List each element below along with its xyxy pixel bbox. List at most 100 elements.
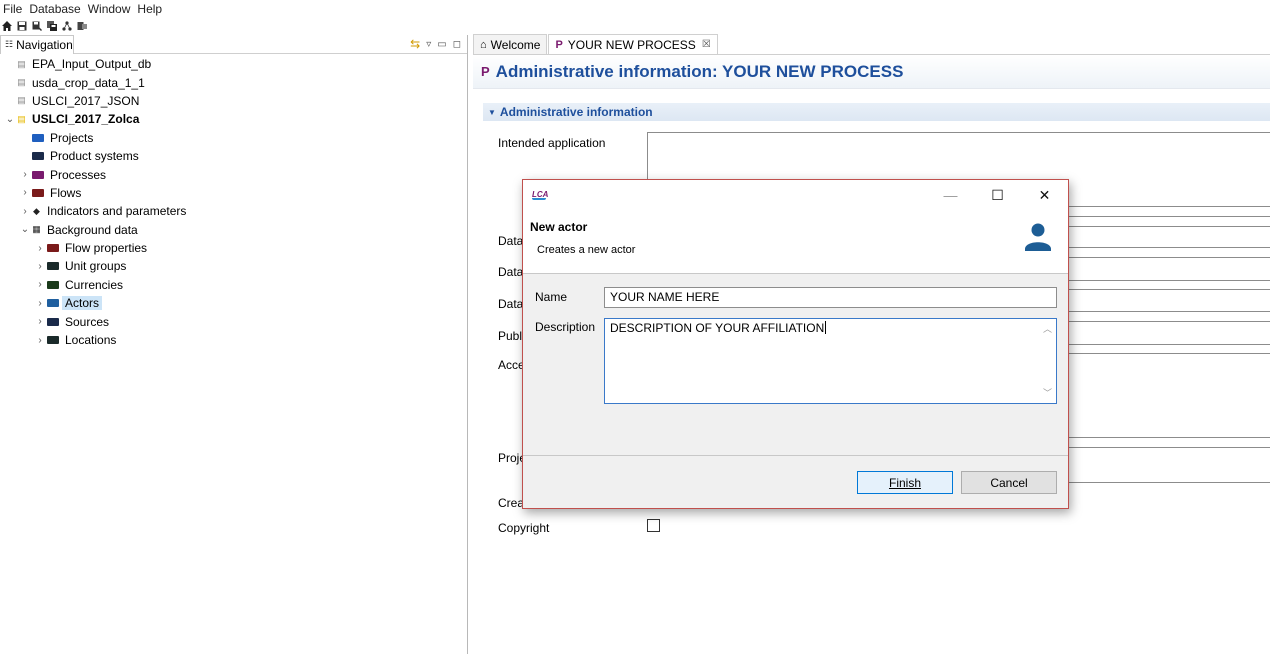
tab-your-new-process[interactable]: P YOUR NEW PROCESS ☒ <box>548 34 718 54</box>
finish-button[interactable]: Finish <box>857 471 953 494</box>
cancel-button-label: Cancel <box>990 475 1028 490</box>
home-icon[interactable] <box>2 21 12 31</box>
menu-help[interactable]: Help <box>137 2 162 16</box>
tree-item-processes[interactable]: › Processes <box>0 165 467 183</box>
cancel-button[interactable]: Cancel <box>961 471 1057 494</box>
tree-item-usda-crop-data-1-1[interactable]: ▤ usda_crop_data_1_1 <box>0 73 467 91</box>
tree-item-uslci-2017-zolca[interactable]: ⌄ ▤ USLCI_2017_Zolca <box>0 110 467 128</box>
lca-logo-text: LCA <box>532 190 549 199</box>
maximize-icon[interactable]: ☐ <box>974 180 1021 210</box>
minimize-icon[interactable]: — <box>927 180 974 210</box>
tab-welcome[interactable]: ⌂ Welcome <box>473 34 548 54</box>
tree-item-flow-properties[interactable]: › Flow properties <box>0 239 467 257</box>
tree-item-unit-groups[interactable]: › Unit groups <box>0 257 467 275</box>
menu-file[interactable]: File <box>3 2 22 16</box>
menu-window[interactable]: Window <box>88 2 131 16</box>
folder-icon <box>32 152 44 161</box>
navigation-icon: ☷ <box>5 39 14 49</box>
field-label-intended-application: Intended application <box>498 136 606 150</box>
tab-navigation[interactable]: ☷ Navigation <box>0 34 74 54</box>
tree-item-locations[interactable]: › Locations <box>0 331 467 349</box>
tree-item-label: USLCI_2017_Zolca <box>32 112 140 127</box>
tree-item-projects[interactable]: Projects <box>0 129 467 147</box>
menu-database[interactable]: Database <box>29 2 80 16</box>
folder-icon <box>47 299 59 308</box>
tree-item-label: Sources <box>65 314 110 329</box>
name-input[interactable]: YOUR NAME HERE <box>604 287 1057 308</box>
dialog-title: New actor <box>530 220 588 234</box>
name-label: Name <box>535 290 568 304</box>
tab-welcome-label: Welcome <box>490 37 541 52</box>
chevron-right-icon[interactable]: › <box>35 335 45 346</box>
maximize-icon[interactable]: ◻ <box>453 39 461 50</box>
tree-item-label: Flow properties <box>65 241 148 256</box>
save-as-icon[interactable] <box>32 21 42 31</box>
database-icon: ▤ <box>17 77 26 88</box>
chevron-right-icon[interactable]: › <box>35 298 45 309</box>
grid-icon: ▦ <box>32 224 41 235</box>
window-controls: — ☐ ✕ <box>927 180 1068 210</box>
page-title: Administrative information: YOUR NEW PRO… <box>495 61 904 81</box>
dialog-titlebar: LCA — ☐ ✕ <box>523 180 1068 210</box>
folder-icon <box>32 170 44 179</box>
indicator-icon: ◆ <box>33 205 40 216</box>
chevron-right-icon[interactable]: › <box>35 316 45 327</box>
tree-item-label: Projects <box>50 130 94 145</box>
description-label: Description <box>535 320 596 334</box>
close-icon[interactable]: ✕ <box>1021 180 1068 210</box>
link-editor-icon[interactable]: ⇆ <box>410 37 420 51</box>
chevron-right-icon[interactable]: › <box>35 261 45 272</box>
tree-item-label: Flows <box>50 185 82 200</box>
copyright-checkbox[interactable] <box>647 519 660 532</box>
chevron-right-icon[interactable]: › <box>20 187 30 198</box>
network-icon[interactable] <box>62 21 72 31</box>
finish-button-label: Finish <box>888 475 921 490</box>
dialog-description: Creates a new actor <box>537 244 636 256</box>
tree-item-indicators-and-parameters[interactable]: › ◆ Indicators and parameters <box>0 202 467 220</box>
dialog-body: Name YOUR NAME HERE Description DESCRIPT… <box>523 274 1068 456</box>
tree-item-label: Actors <box>62 296 103 311</box>
view-menu-icon[interactable]: ▿ <box>426 39 431 50</box>
person-icon <box>1025 223 1051 251</box>
save-all-icon[interactable] <box>47 21 57 31</box>
minimize-icon[interactable]: ▭ <box>437 39 446 50</box>
section-admin-info[interactable]: ▼ Administrative information <box>483 103 1270 121</box>
tree-item-label: Indicators and parameters <box>47 204 187 219</box>
tree-item-epa-input-output-db[interactable]: ▤ EPA_Input_Output_db <box>0 55 467 73</box>
tree-item-label: Processes <box>50 167 107 182</box>
folder-icon <box>47 280 59 289</box>
scroll-down-icon[interactable]: ﹀ <box>1043 386 1052 399</box>
tree-item-currencies[interactable]: › Currencies <box>0 276 467 294</box>
tree-item-flows[interactable]: › Flows <box>0 184 467 202</box>
field-label-creation: Crea <box>498 496 525 510</box>
dialog-footer: Finish Cancel <box>523 456 1068 506</box>
tree-item-actors[interactable]: › Actors <box>0 294 467 312</box>
chevron-down-icon[interactable]: ⌄ <box>5 114 15 125</box>
tree-item-uslci-2017-json[interactable]: ▤ USLCI_2017_JSON <box>0 92 467 110</box>
scroll-up-icon[interactable]: ︿ <box>1043 322 1052 335</box>
chevron-right-icon[interactable]: › <box>35 243 45 254</box>
chevron-right-icon[interactable]: › <box>35 279 45 290</box>
process-icon: P <box>481 64 490 79</box>
navigation-controls: ⇆ ▿ ▭ ◻ <box>410 37 461 51</box>
chevron-right-icon[interactable]: › <box>20 206 30 217</box>
database-icon: ▤ <box>17 95 26 106</box>
chevron-right-icon[interactable]: › <box>20 169 30 180</box>
tree-item-sources[interactable]: › Sources <box>0 312 467 330</box>
import-icon[interactable] <box>77 21 87 31</box>
folder-icon <box>32 188 44 197</box>
description-textarea-value: DESCRIPTION OF YOUR AFFILIATION <box>610 321 825 335</box>
close-tab-icon[interactable]: ☒ <box>702 39 711 50</box>
database-icon: ▤ <box>17 58 26 69</box>
navigation-tabbar: ☷ Navigation ⇆ ▿ ▭ ◻ <box>0 34 467 54</box>
chevron-down-icon[interactable]: ⌄ <box>20 224 30 235</box>
tree-item-product-systems[interactable]: Product systems <box>0 147 467 165</box>
save-icon[interactable] <box>17 21 27 31</box>
description-textarea[interactable]: DESCRIPTION OF YOUR AFFILIATION ︿ ﹀ <box>604 318 1057 404</box>
new-actor-dialog: LCA — ☐ ✕ New actor Creates a new actor … <box>522 179 1069 509</box>
navigation-panel: ☷ Navigation ⇆ ▿ ▭ ◻ ▤ EPA_Input_Output_d… <box>0 34 468 654</box>
editor-tabbar: ⌂ Welcome P YOUR NEW PROCESS ☒ <box>473 34 1270 55</box>
dialog-header: New actor Creates a new actor <box>523 210 1068 274</box>
collapse-arrow-icon: ▼ <box>488 107 496 117</box>
tree-item-background-data[interactable]: ⌄ ▦ Background data <box>0 221 467 239</box>
